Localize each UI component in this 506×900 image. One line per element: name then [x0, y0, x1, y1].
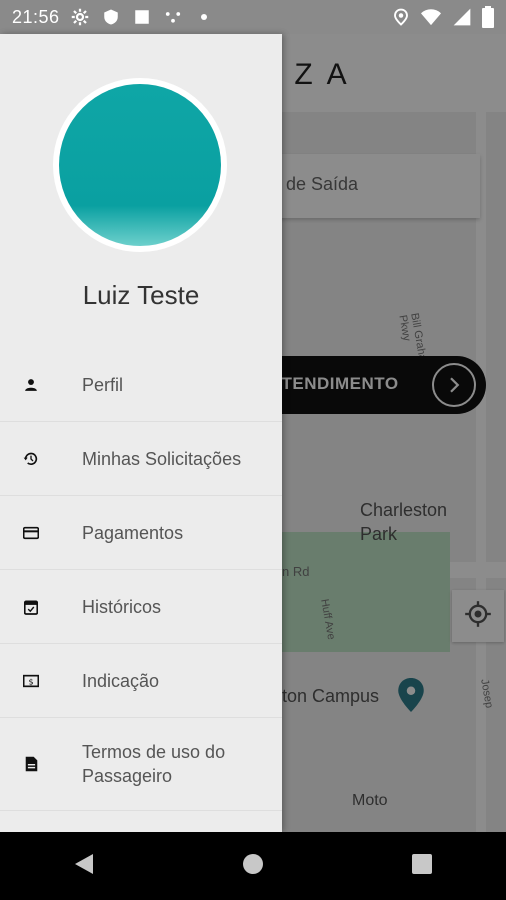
recents-button[interactable]	[392, 836, 452, 896]
system-nav-bar	[0, 832, 506, 900]
recents-square-icon	[411, 853, 433, 880]
navigation-drawer: Luiz Teste Perfil Minhas Solicitações Pa…	[0, 34, 282, 832]
document-icon	[22, 755, 40, 773]
menu-item-pagamentos[interactable]: Pagamentos	[0, 496, 282, 570]
menu-item-label: Perfil	[82, 374, 124, 395]
square-icon	[131, 6, 153, 28]
avatar-image	[59, 84, 221, 246]
history-icon	[22, 450, 40, 468]
menu-item-historicos[interactable]: Históricos	[0, 570, 282, 644]
settings-icon	[69, 6, 91, 28]
menu-item-label: Minhas Solicitações	[82, 448, 242, 469]
calendar-icon	[22, 598, 40, 616]
location-icon	[392, 7, 410, 32]
credit-card-icon	[22, 524, 40, 542]
notification-dot-icon	[193, 6, 215, 28]
menu-item-indicacao[interactable]: $ Indicação	[0, 644, 282, 718]
signal-icon	[452, 7, 472, 32]
menu-item-termos[interactable]: Termos de uso do Passageiro	[0, 718, 282, 811]
menu-item-minhas-solicitacoes[interactable]: Minhas Solicitações	[0, 422, 282, 496]
drawer-menu: Perfil Minhas Solicitações Pagamentos Hi…	[0, 348, 282, 811]
status-bar: 21:56	[0, 0, 506, 34]
svg-text:$: $	[28, 677, 33, 686]
menu-item-label: Termos de uso do Passageiro	[82, 742, 226, 786]
user-name: Luiz Teste	[82, 280, 200, 310]
menu-item-perfil[interactable]: Perfil	[0, 348, 282, 422]
back-button[interactable]	[54, 836, 114, 896]
status-time: 21:56	[12, 6, 60, 27]
avatar[interactable]	[53, 78, 227, 252]
home-circle-icon	[241, 852, 265, 881]
person-icon	[22, 376, 40, 394]
menu-item-label: Indicação	[82, 670, 160, 691]
menu-item-label: Pagamentos	[82, 522, 184, 543]
dots-icon	[162, 6, 184, 28]
wifi-icon	[420, 7, 442, 32]
money-icon: $	[22, 672, 40, 690]
shield-icon	[100, 6, 122, 28]
menu-item-label: Históricos	[82, 596, 162, 617]
back-triangle-icon	[73, 852, 95, 881]
battery-icon	[482, 6, 494, 33]
home-button[interactable]	[223, 836, 283, 896]
